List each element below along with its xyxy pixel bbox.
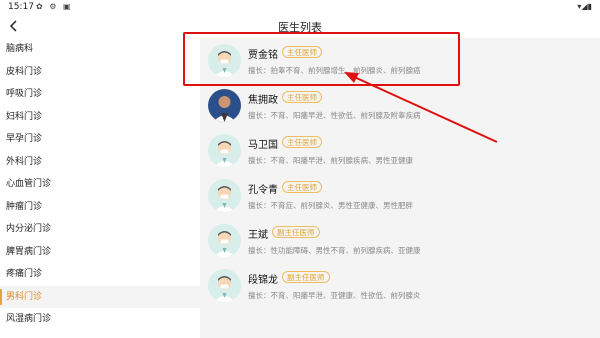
doctor-specialty: 擅长：不育症、前列腺炎、男性亚健康、男性肥胖 bbox=[248, 201, 413, 210]
doctor-avatar-icon bbox=[208, 269, 241, 302]
doctor-name: 王斌 bbox=[248, 230, 268, 241]
sidebar-item-department[interactable]: 肿瘤门诊 bbox=[0, 196, 200, 218]
doctor-specialty: 擅长：不育、阳痿早泄、前列腺疾病、男性亚健康 bbox=[248, 156, 413, 165]
sidebar-item-department[interactable]: 风湿病门诊 bbox=[0, 308, 200, 330]
doctor-avatar-icon bbox=[208, 44, 241, 77]
sidebar-item-department[interactable]: 男科门诊 bbox=[0, 285, 200, 308]
doctor-name: 孔令青 bbox=[248, 185, 278, 196]
doctor-specialty: 擅长：不育、阳痿早泄、性欲低、前列腺及附睾疾病 bbox=[248, 111, 421, 120]
status-bar: 15:17 ✿ ⚙ ▣ ▾◢▮ bbox=[0, 0, 600, 16]
doctor-name: 焦拥政 bbox=[248, 95, 278, 106]
doctor-title-badge: 主任医师 bbox=[282, 136, 322, 148]
sidebar-item-department[interactable]: 早孕门诊 bbox=[0, 128, 200, 150]
sidebar-item-department[interactable]: 皮科门诊 bbox=[0, 61, 200, 83]
sidebar-item-department[interactable]: 内分泌门诊 bbox=[0, 218, 200, 240]
doctor-specialty: 擅长：不育、阳痿早泄、亚健康、性欲低、前列腺炎 bbox=[248, 291, 421, 300]
doctor-photo-avatar bbox=[208, 89, 241, 122]
signal-battery-icons: ▾◢▮ bbox=[577, 2, 592, 11]
doctor-title-badge: 主任医师 bbox=[282, 181, 322, 193]
doctor-specialty: 擅长：拍睾不育、前列腺增生、前列腺炎、前列腺癌 bbox=[248, 66, 421, 75]
page-title: 医生列表 bbox=[278, 21, 322, 34]
doctor-name: 马卫国 bbox=[248, 140, 278, 151]
doctor-title-badge: 主任医师 bbox=[282, 46, 322, 58]
doctor-card[interactable]: 段锦龙 副主任医师擅长：不育、阳痿早泄、亚健康、性欲低、前列腺炎 bbox=[200, 263, 600, 307]
department-sidebar: 脑病科 皮科门诊 呼吸门诊 妇科门诊 早孕门诊 外科门诊 心血管门诊 肿瘤门诊 内分泌门诊 脾胃病… bbox=[0, 38, 200, 338]
sidebar-item-department[interactable]: 疼痛门诊 bbox=[0, 263, 200, 285]
doctor-title-badge: 副主任医师 bbox=[282, 271, 330, 283]
doctor-list: 贾金铭 主任医师 擅长：拍睾不育、前列腺增生、前列腺炎、前列腺癌 焦拥政 主任医师 擅长：… bbox=[200, 38, 600, 338]
doctor-avatar-icon bbox=[208, 134, 241, 167]
nav-bar: 医生列表 bbox=[0, 16, 600, 38]
doctor-name: 贾金铭 bbox=[248, 50, 278, 61]
doctor-card[interactable]: 孔令青 主任医师擅长：不育症、前列腺炎、男性亚健康、男性肥胖 bbox=[200, 173, 600, 217]
sidebar-item-department[interactable]: 脑病科 bbox=[0, 38, 200, 60]
doctor-card[interactable]: 马卫国 主任医师擅长：不育、阳痿早泄、前列腺疾病、男性亚健康 bbox=[200, 128, 600, 172]
doctor-card[interactable]: 王斌 副主任医师擅长：性功能障碍、男性不育、前列腺疾病、亚健康 bbox=[200, 218, 600, 262]
doctor-title-badge: 副主任医师 bbox=[272, 226, 320, 238]
status-time: 15:17 bbox=[8, 2, 34, 12]
notification-icons: ✿ ⚙ ▣ bbox=[36, 2, 73, 11]
doctor-card[interactable]: 贾金铭 主任医师擅长：拍睾不育、前列腺增生、前列腺炎、前列腺癌 bbox=[200, 38, 600, 82]
sidebar-item-department[interactable]: 心血管门诊 bbox=[0, 173, 200, 195]
doctor-avatar-icon bbox=[208, 179, 241, 212]
sidebar-item-department[interactable]: 脾胃病门诊 bbox=[0, 241, 200, 263]
sidebar-item-department[interactable]: 呼吸门诊 bbox=[0, 83, 200, 105]
doctor-title-badge: 主任医师 bbox=[282, 91, 322, 103]
doctor-avatar-icon bbox=[208, 224, 241, 257]
doctor-name: 段锦龙 bbox=[248, 275, 278, 286]
doctor-card[interactable]: 焦拥政 主任医师擅长：不育、阳痿早泄、性欲低、前列腺及附睾疾病 bbox=[200, 83, 600, 127]
sidebar-item-department[interactable]: 外科门诊 bbox=[0, 151, 200, 173]
doctor-specialty: 擅长：性功能障碍、男性不育、前列腺疾病、亚健康 bbox=[248, 246, 421, 255]
sidebar-item-department[interactable]: 妇科门诊 bbox=[0, 106, 200, 128]
